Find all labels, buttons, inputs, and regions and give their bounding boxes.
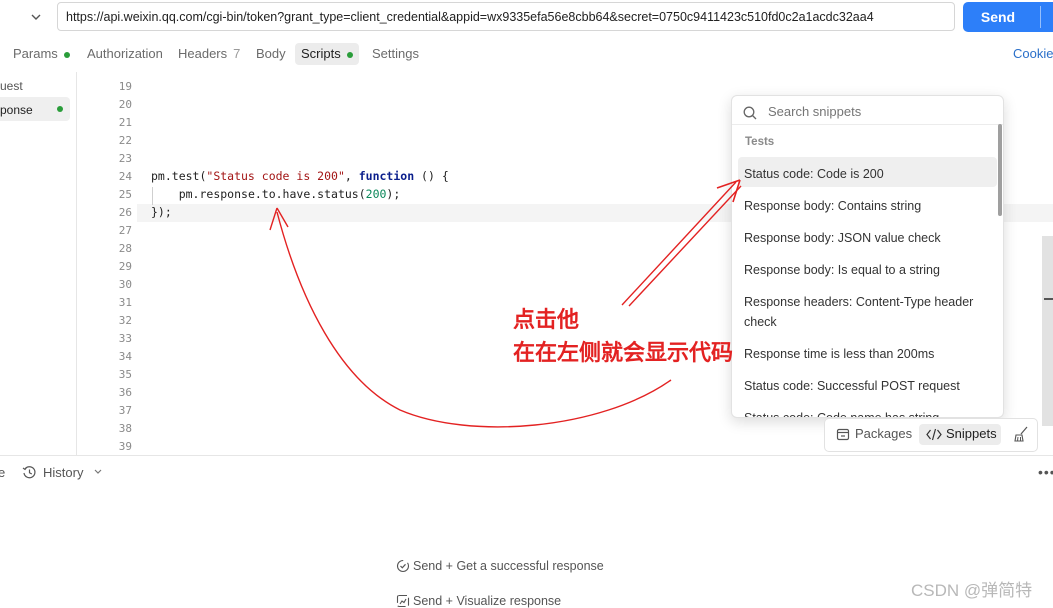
tab-params[interactable]: Params [13,46,70,62]
status-dot-icon [57,106,63,112]
snippets-popup: Tests Status code: Code is 200 Response b… [731,95,1004,418]
history-icon [22,466,36,479]
chevron-down-icon[interactable] [30,10,42,24]
code-icon [926,428,942,441]
request-bar: https://api.weixin.qq.com/cgi-bin/token?… [0,0,1053,36]
tip-visualize-response[interactable]: Send + Visualize response [413,594,561,608]
snippets-button-label: Snippets [946,426,997,441]
line-number: 33 [118,332,132,345]
divider [732,124,1003,125]
sidebar-item-pre-request[interactable]: uest [0,79,23,93]
snippet-item[interactable]: Response headers: Content-Type header ch… [744,292,984,332]
annotation-line-2: 在在左侧就会显示代码 [513,341,734,366]
tab-body[interactable]: Body [256,46,286,62]
package-icon [836,428,850,441]
tab-scripts[interactable]: Scripts [295,43,359,65]
cookies-link[interactable]: Cookie [1013,46,1053,61]
scrollbar-marker [1044,298,1053,300]
snippet-item[interactable]: Response body: Is equal to a string [744,260,984,280]
url-text[interactable]: https://api.weixin.qq.com/cgi-bin/token?… [66,10,874,24]
snippets-section-heading: Tests [745,136,775,148]
chevron-down-icon[interactable] [93,468,103,476]
line-number: 36 [118,386,132,399]
line-number: 23 [118,152,132,165]
snippet-item[interactable]: Response time is less than 200ms [744,344,984,364]
search-icon [743,106,757,120]
line-number: 29 [118,260,132,273]
panel-divider [0,455,1053,456]
snippet-item[interactable]: Response body: Contains string [744,196,984,216]
snippet-item[interactable]: Response body: JSON value check [744,228,984,248]
sidebar-divider [76,72,77,455]
snippet-item[interactable]: Status code: Code is 200 [744,164,984,184]
sidebar-item-post-response[interactable]: ponse [0,103,33,117]
code-line-25[interactable]: pm.response.to.have.status(200); [151,187,401,201]
history-button[interactable]: History [43,465,83,480]
snippets-search-input[interactable] [768,104,988,119]
line-number: 32 [118,314,132,327]
send-response-icon [396,559,410,573]
clear-broom-icon[interactable] [1013,426,1030,442]
code-line-26[interactable]: }); [151,205,172,219]
annotation-line-1: 点击他 [513,308,580,333]
annotation-text: 点击他 在在左侧就会显示代码 [513,304,733,370]
line-number: 20 [118,98,132,111]
tab-authorization[interactable]: Authorization [87,46,163,62]
url-input[interactable]: https://api.weixin.qq.com/cgi-bin/token?… [57,2,955,31]
tab-settings[interactable]: Settings [372,46,419,62]
line-number: 38 [118,422,132,435]
line-number: 26 [118,206,132,219]
watermark: CSDN @弹简特 [911,581,1033,600]
line-number: 21 [118,116,132,129]
truncated-text: e [0,465,6,480]
line-number: 31 [118,296,132,309]
snippets-scrollbar[interactable] [998,124,1002,216]
line-number: 35 [118,368,132,381]
status-dot-icon [346,51,353,58]
editor-scrollbar[interactable] [1042,236,1053,426]
line-number: 34 [118,350,132,363]
code-line-24[interactable]: pm.test("Status code is 200", function (… [151,169,449,183]
status-dot-icon [63,51,70,58]
line-number: 24 [118,170,132,183]
line-number: 27 [118,224,132,237]
line-number: 37 [118,404,132,417]
line-number: 25 [118,188,132,201]
tab-headers[interactable]: Headers 7 [178,46,240,62]
line-number: 22 [118,134,132,147]
tip-successful-response[interactable]: Send + Get a successful response [413,559,604,573]
visualize-icon [396,594,410,608]
packages-button[interactable]: Packages [855,426,912,441]
line-number: 39 [118,440,132,453]
snippet-item[interactable]: Status code: Code name has string [744,408,984,417]
snippet-item[interactable]: Status code: Successful POST request [744,376,984,396]
send-divider [1040,6,1041,28]
headers-count: 7 [233,46,241,61]
line-number: 28 [118,242,132,255]
more-options-button[interactable]: ••• [1038,464,1053,480]
snippets-button[interactable]: Snippets [919,424,1001,445]
line-number: 30 [118,278,132,291]
line-number: 19 [118,80,132,93]
